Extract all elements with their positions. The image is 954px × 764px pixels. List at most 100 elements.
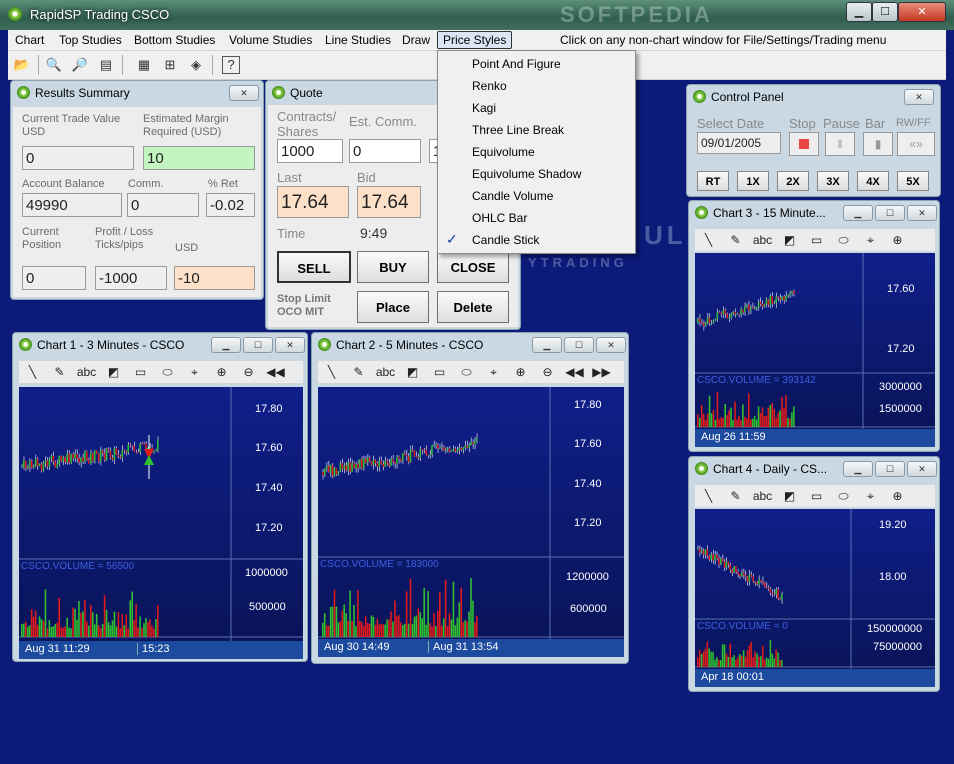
delete-button[interactable]: Delete [437, 291, 509, 323]
speed-2x-button[interactable]: 2X [777, 171, 809, 191]
scroll-left-icon[interactable]: ◀◀ [262, 361, 289, 383]
chart2-plot[interactable]: 17.80 17.60 17.40 17.20 CSCO.VOLUME = 18… [318, 387, 624, 643]
properties-icon[interactable]: ▤ [96, 55, 116, 75]
scroll-left-icon[interactable]: ◀◀ [561, 361, 588, 383]
pencil-icon[interactable]: ✎ [345, 361, 372, 383]
menu-volume-studies[interactable]: Volume Studies [229, 33, 312, 47]
maximize-icon[interactable]: ☐ [564, 337, 594, 353]
maximize-button[interactable]: ☐ [872, 2, 898, 22]
close-icon[interactable]: ✕ [596, 337, 626, 353]
zoom-in-icon[interactable]: ⊕ [884, 485, 911, 507]
menu-line-studies[interactable]: Line Studies [325, 33, 391, 47]
close-icon[interactable]: ✕ [229, 85, 259, 101]
pencil-icon[interactable]: ✎ [722, 229, 749, 251]
close-icon[interactable]: ✕ [275, 337, 305, 353]
fib-icon[interactable]: ◩ [100, 361, 127, 383]
option-equivolume[interactable]: Equivolume [438, 141, 635, 163]
scroll-right-icon[interactable]: ▶▶ [588, 361, 615, 383]
close-position-button[interactable]: CLOSE [437, 251, 509, 283]
minimize-icon[interactable]: ▁ [211, 337, 241, 353]
sell-button[interactable]: SELL [277, 251, 351, 283]
rectangle-icon[interactable]: ▭ [803, 485, 830, 507]
buy-button[interactable]: BUY [357, 251, 429, 283]
line-tool-icon[interactable]: ╲ [695, 229, 722, 251]
broadcast-icon[interactable]: ◈ [186, 55, 206, 75]
crosshair-icon[interactable]: ⌖ [480, 361, 507, 383]
rwff-button[interactable]: «» [897, 132, 935, 156]
place-button[interactable]: Place [357, 291, 429, 323]
contracts-input[interactable]: 1000 [277, 139, 343, 163]
bar-step-button[interactable]: ▮ [863, 132, 893, 156]
chart1-plot[interactable]: 17.80 17.60 17.40 17.20 CSCO.VOLUME = 56… [19, 387, 303, 643]
fib-icon[interactable]: ◩ [776, 485, 803, 507]
rectangle-icon[interactable]: ▭ [426, 361, 453, 383]
ellipse-icon[interactable]: ⬭ [830, 229, 857, 251]
text-tool-icon[interactable]: abc [372, 361, 399, 383]
grid-icon[interactable]: ⊞ [160, 55, 180, 75]
chart3-plot[interactable]: 17.60 17.20 CSCO.VOLUME = 393142 3000000… [695, 253, 935, 431]
menu-chart[interactable]: Chart [15, 33, 44, 47]
option-ohlc-bar[interactable]: OHLC Bar [438, 207, 635, 229]
close-button[interactable]: ✕ [898, 2, 946, 22]
minimize-icon[interactable]: ▁ [843, 205, 873, 221]
zoom-in-icon[interactable]: ⊕ [884, 229, 911, 251]
maximize-icon[interactable]: ☐ [243, 337, 273, 353]
fib-icon[interactable]: ◩ [776, 229, 803, 251]
minimize-icon[interactable]: ▁ [532, 337, 562, 353]
speed-4x-button[interactable]: 4X [857, 171, 889, 191]
ellipse-icon[interactable]: ⬭ [830, 485, 857, 507]
pencil-icon[interactable]: ✎ [46, 361, 73, 383]
option-kagi[interactable]: Kagi [438, 97, 635, 119]
line-tool-icon[interactable]: ╲ [695, 485, 722, 507]
crosshair-icon[interactable]: ⌖ [857, 229, 884, 251]
crosshair-icon[interactable]: ⌖ [857, 485, 884, 507]
open-folder-icon[interactable]: 📂 [12, 55, 32, 75]
stop-button[interactable] [789, 132, 819, 156]
fib-icon[interactable]: ◩ [399, 361, 426, 383]
minimize-button[interactable]: ▁ [846, 2, 872, 22]
speed-5x-button[interactable]: 5X [897, 171, 929, 191]
line-tool-icon[interactable]: ╲ [318, 361, 345, 383]
zoom-in-icon[interactable]: ⊕ [208, 361, 235, 383]
menu-top-studies[interactable]: Top Studies [59, 33, 122, 47]
option-point-and-figure[interactable]: Point And Figure [438, 53, 635, 75]
crosshair-icon[interactable]: ⌖ [181, 361, 208, 383]
menu-bottom-studies[interactable]: Bottom Studies [134, 33, 215, 47]
menu-draw[interactable]: Draw [402, 33, 430, 47]
est-comm-input[interactable]: 0 [349, 139, 421, 163]
text-tool-icon[interactable]: abc [749, 485, 776, 507]
minimize-icon[interactable]: ▁ [843, 461, 873, 477]
maximize-icon[interactable]: ☐ [875, 461, 905, 477]
preview-icon[interactable]: 🔎 [70, 55, 90, 75]
zoom-out-icon[interactable]: ⊖ [235, 361, 262, 383]
close-icon[interactable]: ✕ [907, 461, 937, 477]
pause-button[interactable]: ‖ [825, 132, 855, 156]
option-candle-volume[interactable]: Candle Volume [438, 185, 635, 207]
option-candle-stick[interactable]: Candle Stick [438, 229, 635, 251]
menu-price-styles[interactable]: Price Styles [437, 31, 513, 49]
option-three-line-break[interactable]: Three Line Break [438, 119, 635, 141]
date-select[interactable]: 09/01/2005 [697, 132, 781, 154]
ellipse-icon[interactable]: ⬭ [453, 361, 480, 383]
rectangle-icon[interactable]: ▭ [803, 229, 830, 251]
zoom-in-icon[interactable]: ⊕ [507, 361, 534, 383]
speed-3x-button[interactable]: 3X [817, 171, 849, 191]
close-icon[interactable]: ✕ [907, 205, 937, 221]
zoom-out-icon[interactable]: ⊖ [534, 361, 561, 383]
close-icon[interactable]: ✕ [904, 89, 934, 105]
speed-1x-button[interactable]: 1X [737, 171, 769, 191]
help-icon[interactable]: ? [222, 56, 240, 74]
calculator-icon[interactable]: ▦ [134, 55, 154, 75]
text-tool-icon[interactable]: abc [749, 229, 776, 251]
maximize-icon[interactable]: ☐ [875, 205, 905, 221]
search-icon[interactable]: 🔍 [44, 55, 64, 75]
speed-rt-button[interactable]: RT [697, 171, 729, 191]
pencil-icon[interactable]: ✎ [722, 485, 749, 507]
rectangle-icon[interactable]: ▭ [127, 361, 154, 383]
chart4-plot[interactable]: 19.20 18.00 CSCO.VOLUME = 0 150000000 75… [695, 509, 935, 671]
option-equivolume-shadow[interactable]: Equivolume Shadow [438, 163, 635, 185]
option-renko[interactable]: Renko [438, 75, 635, 97]
line-tool-icon[interactable]: ╲ [19, 361, 46, 383]
ellipse-icon[interactable]: ⬭ [154, 361, 181, 383]
text-tool-icon[interactable]: abc [73, 361, 100, 383]
